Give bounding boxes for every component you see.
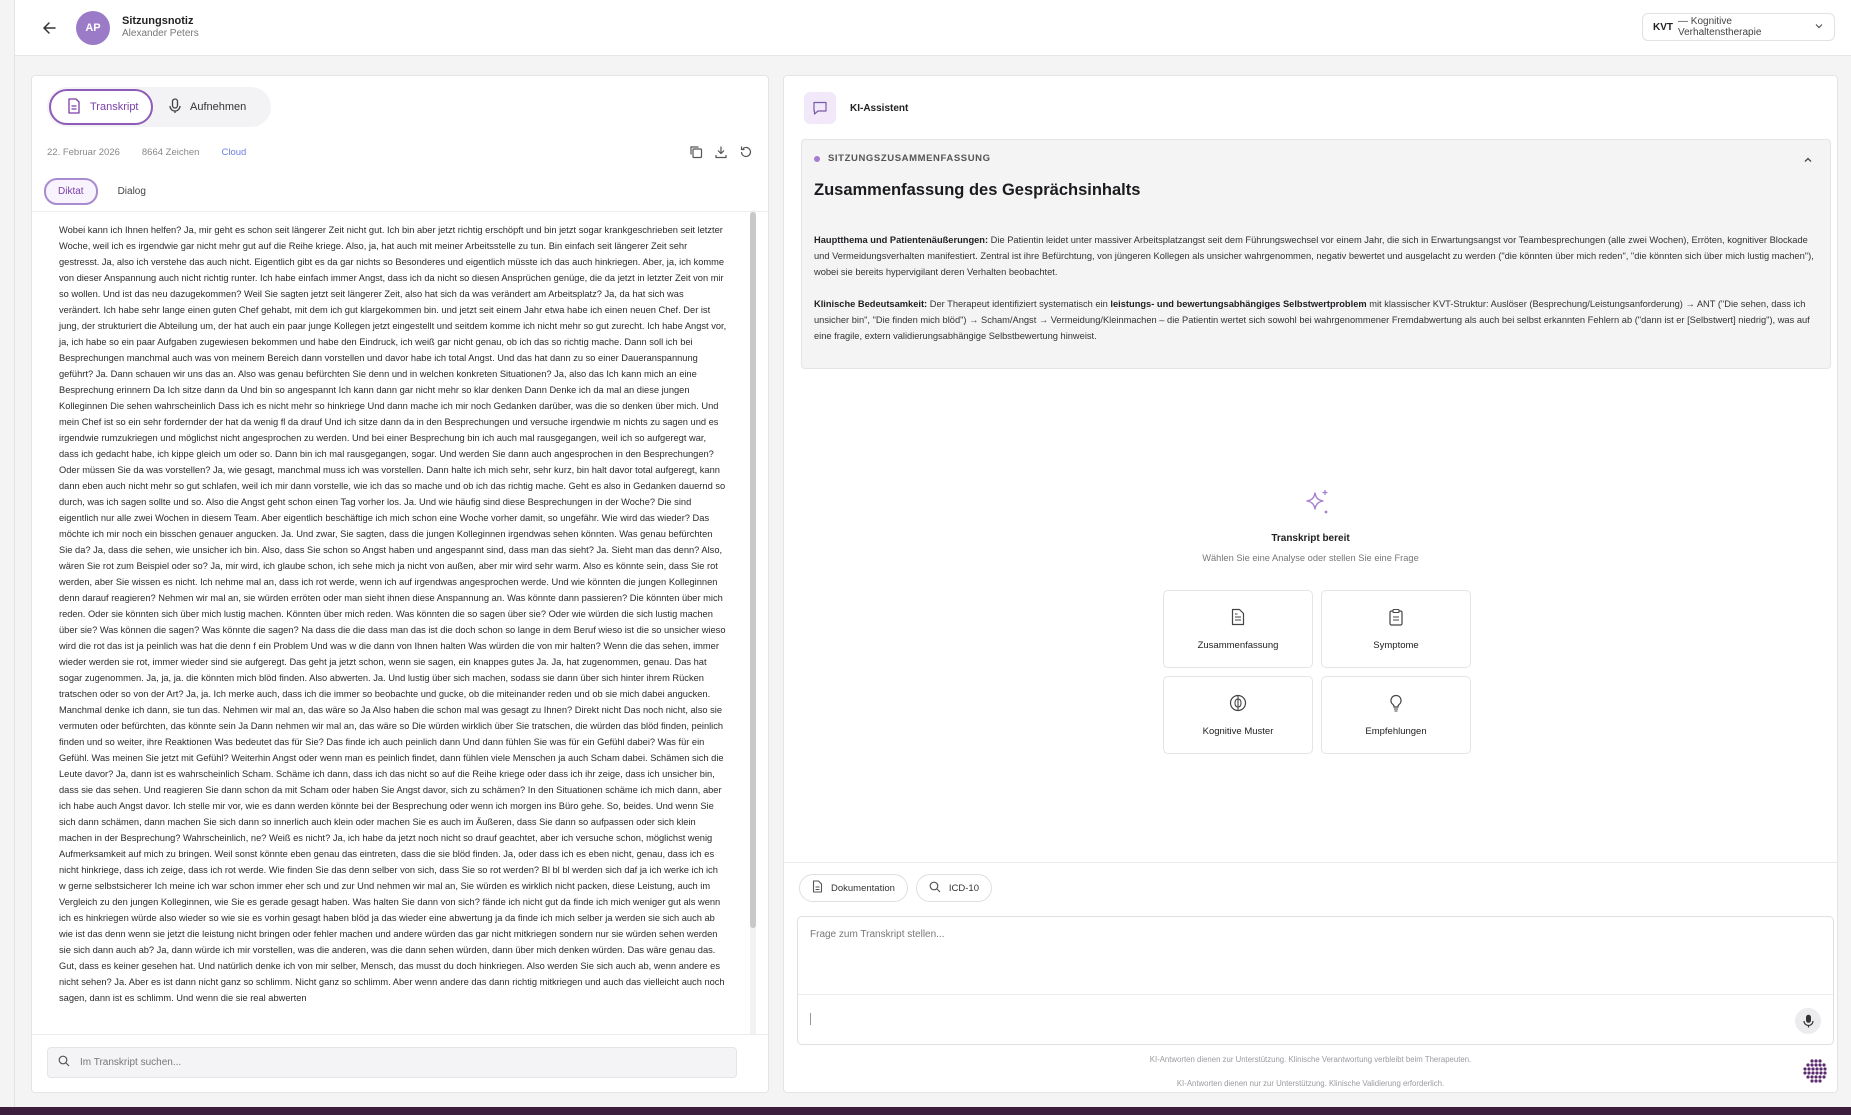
- tab-transkript[interactable]: Transkript: [49, 89, 153, 125]
- chat-bubble-icon: [804, 92, 836, 124]
- summary-p2-text: Der Therapeut identifiziert systematisch…: [927, 299, 1111, 309]
- transcript-toolbar: [688, 144, 754, 160]
- quick-chips: Dokumentation ICD-10: [799, 874, 992, 902]
- disclaimer-text: KI-Antworten dienen nur zur Unterstützun…: [1176, 1079, 1445, 1088]
- therapy-code: KVT: [1653, 21, 1673, 33]
- transcript-meta: 22. Februar 2026 8664 Zeichen Cloud: [47, 147, 246, 158]
- patient-name: Alexander Peters: [122, 28, 199, 39]
- search-icon: [58, 1054, 70, 1072]
- summary-p1-heading: Hauptthema und Patientenäußerungen:: [814, 235, 989, 245]
- summary-body: Hauptthema und Patientenäußerungen: Die …: [814, 232, 1820, 360]
- tab-transkript-label: Transkript: [90, 101, 139, 113]
- app-window: AP Sitzungsnotiz Alexander Peters KVT — …: [14, 0, 1851, 1107]
- assistant-panel: KI-Assistent SITZUNGSZUSAMMENFASSUNG Zus…: [783, 75, 1838, 1093]
- summary-action-label: Zusammenfassung: [1197, 639, 1279, 651]
- transcript-scroll-area[interactable]: Wobei kann ich Ihnen helfen? Ja, mir geh…: [47, 222, 739, 1037]
- transcript-panel: Transkript Aufnehmen 22. Februar 2026 86…: [31, 75, 769, 1093]
- char-count: 8664 Zeichen: [141, 147, 200, 158]
- transcript-scrollbar[interactable]: [750, 210, 756, 1038]
- summary-title: Zusammenfassung des Gesprächsinhalts: [814, 181, 1141, 199]
- bottom-bar: [0, 1107, 1851, 1115]
- back-arrow-icon[interactable]: [37, 16, 61, 40]
- file-text-icon: [1230, 608, 1246, 631]
- tab-aufnehmen-label: Aufnehmen: [190, 101, 247, 113]
- cognitive-patterns-action-button[interactable]: Kognitive Muster: [1163, 676, 1313, 754]
- tab-diktat[interactable]: Diktat: [44, 177, 98, 205]
- documentation-chip[interactable]: Dokumentation: [799, 874, 908, 902]
- scrollbar-thumb[interactable]: [750, 212, 756, 928]
- transcript-view-tabs: Diktat Dialog: [44, 177, 158, 205]
- session-date: 22. Februar 2026: [47, 147, 120, 158]
- summary-p2-heading: Klinische Bedeutsamkeit:: [814, 299, 928, 309]
- documentation-chip-label: Dokumentation: [831, 882, 895, 894]
- ready-title: Transkript bereit: [1271, 533, 1350, 544]
- question-input[interactable]: [810, 929, 1800, 979]
- symptoms-action-button[interactable]: Symptome: [1321, 590, 1471, 668]
- question-box: [797, 916, 1834, 1045]
- chevron-down-icon: [1814, 21, 1824, 34]
- divider: [798, 994, 1833, 995]
- therapy-label: — Kognitive Verhaltenstherapie: [1678, 16, 1762, 38]
- disclaimer-text: KI-Antworten dienen zur Unterstützung. K…: [1149, 1055, 1472, 1064]
- ready-subtitle: Wählen Sie eine Analyse oder stellen Sie…: [1202, 553, 1419, 563]
- recommendations-action-label: Empfehlungen: [1365, 725, 1427, 737]
- document-icon: [812, 880, 823, 896]
- transcript-search-area: [32, 1034, 768, 1092]
- clipboard-icon: [1388, 608, 1404, 631]
- tab-dialog[interactable]: Dialog: [106, 180, 158, 203]
- microphone-icon[interactable]: [1795, 1008, 1821, 1034]
- icd10-chip[interactable]: ICD-10: [915, 874, 992, 902]
- tab-aufnehmen[interactable]: Aufnehmen: [153, 89, 262, 125]
- download-icon[interactable]: [713, 144, 729, 160]
- page-title: Sitzungsnotiz: [122, 15, 194, 27]
- divider: [32, 211, 768, 212]
- assistant-header: KI-Assistent: [804, 92, 908, 124]
- dots-logo-icon[interactable]: [1801, 1057, 1831, 1087]
- copy-icon[interactable]: [688, 144, 704, 160]
- transcript-text: Wobei kann ich Ihnen helfen? Ja, mir geh…: [59, 225, 727, 1003]
- reset-icon[interactable]: [738, 144, 754, 160]
- summary-section-label: SITZUNGSZUSAMMENFASSUNG: [814, 153, 991, 164]
- therapy-select[interactable]: KVT — Kognitive Verhaltenstherapie: [1642, 13, 1835, 41]
- summary-paragraph: Klinische Bedeutsamkeit: Der Therapeut i…: [814, 296, 1820, 344]
- summary-action-button[interactable]: Zusammenfassung: [1163, 590, 1313, 668]
- search-icon: [929, 881, 941, 896]
- symptoms-action-label: Symptome: [1373, 639, 1419, 651]
- assistant-input-area: Dokumentation ICD-10 KI-Antworten dienen…: [784, 862, 1837, 1092]
- status-dot: [814, 155, 820, 162]
- lightbulb-icon: [1389, 694, 1403, 717]
- top-header: AP Sitzungsnotiz Alexander Peters KVT — …: [15, 0, 1851, 56]
- mode-tabs: Transkript Aufnehmen: [47, 87, 271, 127]
- cognitive-patterns-action-label: Kognitive Muster: [1202, 725, 1274, 737]
- storage-badge: Cloud: [221, 147, 247, 158]
- summary-label-text: SITZUNGSZUSAMMENFASSUNG: [828, 153, 991, 164]
- brain-icon: [1229, 694, 1247, 717]
- sparkles-icon: [1302, 488, 1332, 518]
- chevron-up-icon[interactable]: [1800, 152, 1816, 168]
- summary-paragraph: Hauptthema und Patientenäußerungen: Die …: [814, 232, 1820, 280]
- microphone-icon: [169, 97, 181, 117]
- recommendations-action-button[interactable]: Empfehlungen: [1321, 676, 1471, 754]
- summary-p2-emphasis: leistungs- und bewertungsabhängiges Selb…: [1110, 299, 1367, 309]
- document-icon: [67, 97, 81, 117]
- assistant-title: KI-Assistent: [850, 102, 909, 114]
- text-caret: [810, 1013, 811, 1025]
- icd10-chip-label: ICD-10: [948, 882, 979, 894]
- transcript-search[interactable]: [47, 1047, 737, 1078]
- summary-card: SITZUNGSZUSAMMENFASSUNG Zusammenfassung …: [801, 139, 1831, 369]
- search-input[interactable]: [80, 1057, 726, 1068]
- avatar: AP: [76, 11, 110, 45]
- analysis-actions: Zusammenfassung Symptome Kognitive Muste…: [1163, 590, 1471, 754]
